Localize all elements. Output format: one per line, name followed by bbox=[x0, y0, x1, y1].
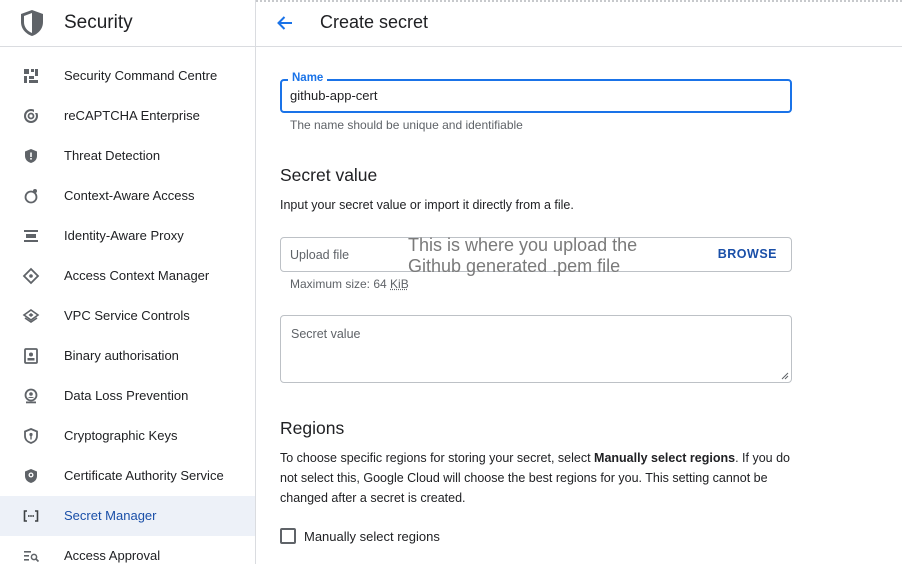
dashboard-icon bbox=[22, 67, 40, 85]
max-size-hint: Maximum size: 64 KiB bbox=[290, 277, 409, 291]
sidebar-nav: Security Command Centre reCAPTCHA Enterp… bbox=[0, 56, 255, 564]
sidebar-item-label: Identity-Aware Proxy bbox=[64, 228, 184, 243]
resize-handle-icon[interactable] bbox=[781, 372, 789, 380]
name-field-label: Name bbox=[288, 72, 327, 84]
main-header: Create secret bbox=[256, 0, 902, 47]
sidebar-item-secret-manager[interactable]: Secret Manager bbox=[0, 496, 255, 536]
annotation-line-2: Github generated .pem file bbox=[408, 256, 708, 277]
sidebar-header: Security bbox=[0, 0, 255, 47]
secret-value-field[interactable] bbox=[280, 315, 792, 383]
shield-alert-icon bbox=[22, 147, 40, 165]
max-size-prefix: Maximum size: 64 bbox=[290, 277, 390, 291]
sidebar-item-access-context-manager[interactable]: Access Context Manager bbox=[0, 256, 255, 296]
sidebar-item-binary-authorisation[interactable]: Binary authorisation bbox=[0, 336, 255, 376]
list-search-icon bbox=[22, 547, 40, 564]
regions-desc-bold: Manually select regions bbox=[594, 451, 735, 465]
sidebar-item-label: VPC Service Controls bbox=[64, 308, 190, 323]
annotation-line-1: This is where you upload the bbox=[408, 235, 708, 256]
key-shield-icon bbox=[22, 427, 40, 445]
sidebar-item-recaptcha-enterprise[interactable]: reCAPTCHA Enterprise bbox=[0, 96, 255, 136]
manual-regions-checkbox[interactable] bbox=[280, 528, 296, 544]
sidebar-item-label: Cryptographic Keys bbox=[64, 428, 177, 443]
sidebar-item-label: Access Context Manager bbox=[64, 268, 209, 283]
manual-regions-label: Manually select regions bbox=[304, 529, 440, 544]
sidebar-item-identity-aware-proxy[interactable]: Identity-Aware Proxy bbox=[0, 216, 255, 256]
name-field[interactable]: Name bbox=[280, 79, 792, 113]
secret-value-description: Input your secret value or import it dir… bbox=[280, 195, 574, 215]
sidebar-item-vpc-service-controls[interactable]: VPC Service Controls bbox=[0, 296, 255, 336]
sidebar-item-label: Secret Manager bbox=[64, 508, 157, 523]
layers-icon bbox=[22, 307, 40, 325]
diamond-icon bbox=[22, 267, 40, 285]
name-hint: The name should be unique and identifiab… bbox=[290, 118, 523, 132]
cert-shield-icon bbox=[22, 467, 40, 485]
recaptcha-icon bbox=[22, 107, 40, 125]
sidebar-item-label: Security Command Centre bbox=[64, 68, 217, 83]
sidebar-item-label: Threat Detection bbox=[64, 148, 160, 163]
regions-title: Regions bbox=[280, 418, 344, 439]
sidebar-item-threat-detection[interactable]: Threat Detection bbox=[0, 136, 255, 176]
secret-value-textarea[interactable] bbox=[282, 317, 790, 381]
back-arrow-icon[interactable] bbox=[274, 12, 296, 34]
context-aware-icon bbox=[22, 187, 40, 205]
sidebar-title: Security bbox=[64, 12, 133, 34]
sidebar-item-cryptographic-keys[interactable]: Cryptographic Keys bbox=[0, 416, 255, 456]
sidebar-item-label: reCAPTCHA Enterprise bbox=[64, 108, 200, 123]
page-title: Create secret bbox=[320, 12, 428, 33]
sidebar-item-security-command-centre[interactable]: Security Command Centre bbox=[0, 56, 255, 96]
security-shield-icon bbox=[19, 9, 45, 37]
proxy-icon bbox=[22, 227, 40, 245]
secret-value-title: Secret value bbox=[280, 165, 377, 186]
name-input[interactable] bbox=[290, 88, 780, 103]
sidebar-item-certificate-authority-service[interactable]: Certificate Authority Service bbox=[0, 456, 255, 496]
sidebar-item-label: Context-Aware Access bbox=[64, 188, 195, 203]
sidebar: Security Security Command Centre reCAPTC… bbox=[0, 0, 256, 564]
annotation-overlay: This is where you upload the Github gene… bbox=[408, 235, 708, 277]
regions-desc-part-1: To choose specific regions for storing y… bbox=[280, 451, 594, 465]
sidebar-item-label: Access Approval bbox=[64, 548, 160, 563]
sidebar-item-data-loss-prevention[interactable]: Data Loss Prevention bbox=[0, 376, 255, 416]
browse-button[interactable]: BROWSE bbox=[718, 247, 777, 261]
sidebar-item-access-approval[interactable]: Access Approval bbox=[0, 536, 255, 564]
manual-regions-row[interactable]: Manually select regions bbox=[280, 527, 440, 545]
regions-description: To choose specific regions for storing y… bbox=[280, 448, 795, 508]
brackets-icon bbox=[22, 507, 40, 525]
upload-file-label: Upload file bbox=[290, 248, 349, 262]
sidebar-item-label: Data Loss Prevention bbox=[64, 388, 188, 403]
max-size-unit: KiB bbox=[390, 277, 409, 291]
search-person-icon bbox=[22, 387, 40, 405]
badge-icon bbox=[22, 347, 40, 365]
sidebar-item-label: Certificate Authority Service bbox=[64, 468, 224, 483]
sidebar-item-label: Binary authorisation bbox=[64, 348, 179, 363]
sidebar-item-context-aware-access[interactable]: Context-Aware Access bbox=[0, 176, 255, 216]
